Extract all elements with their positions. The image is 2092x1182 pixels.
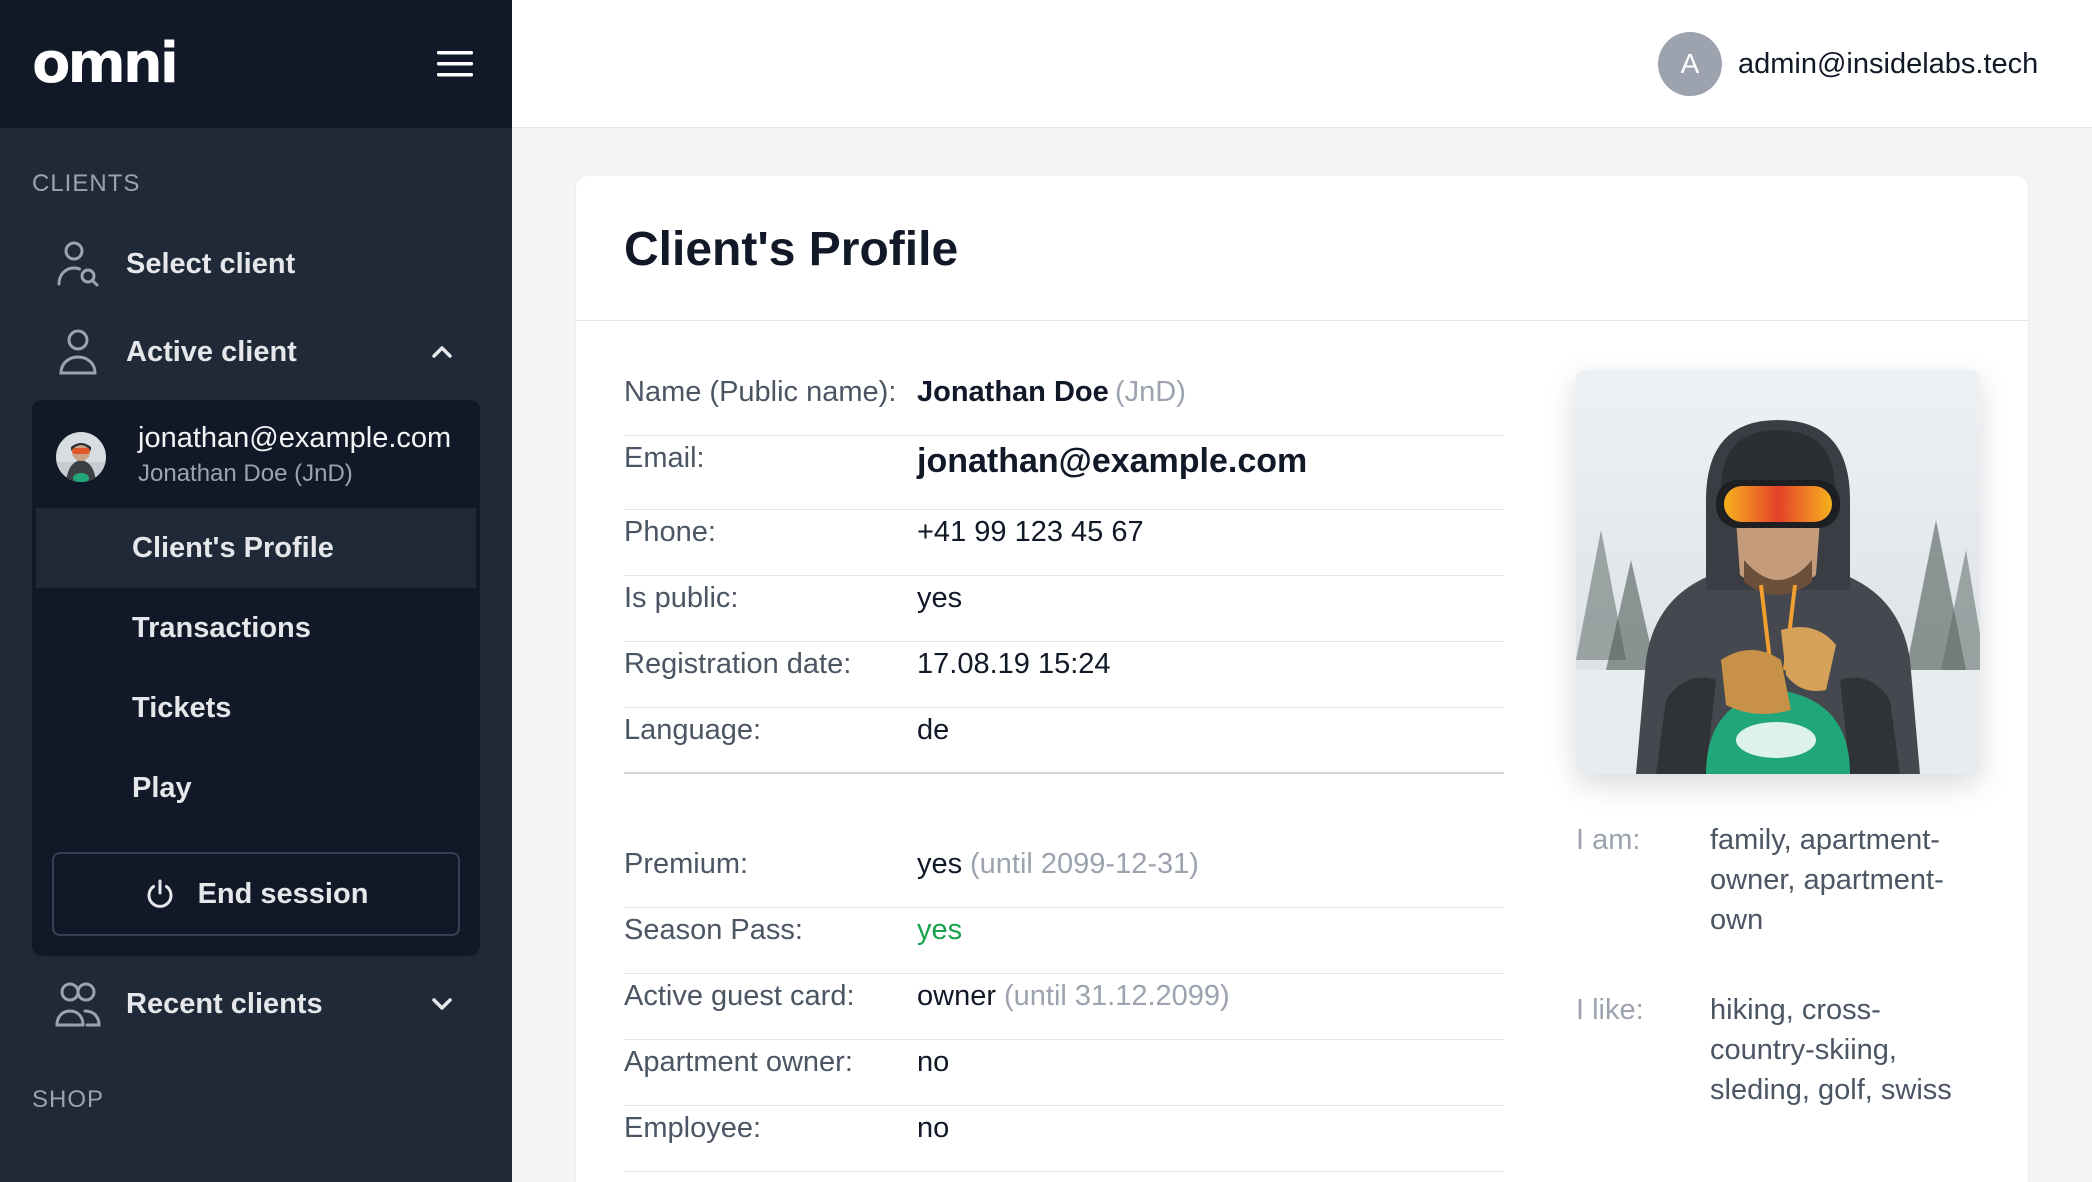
phone-label: Phone: [624, 516, 716, 548]
users-icon [54, 980, 102, 1028]
user-search-icon [54, 240, 102, 288]
chevron-down-icon [432, 998, 452, 1010]
shop-section-title: SHOP [32, 1086, 105, 1113]
select-client-label: Select client [126, 247, 296, 280]
premium-until: (until 2099-12-31) [970, 848, 1199, 880]
public-name-value: (JnD) [1115, 376, 1186, 408]
end-session-label: End session [197, 877, 369, 910]
registration-date-value: 17.08.19 15:24 [917, 648, 1111, 680]
email-label: Email: [624, 442, 705, 474]
client-avatar [56, 432, 106, 482]
active-client-email: jonathan@example.com [138, 422, 452, 454]
end-session-button[interactable]: End session [52, 852, 460, 936]
active-client-label: Active client [126, 335, 297, 368]
top-bar: A admin@insidelabs.tech [512, 0, 2092, 128]
menu-toggle-button[interactable] [435, 44, 475, 84]
clients-section-title: CLIENTS [32, 170, 141, 197]
sidebar: omni CLIENTS Select client Active client… [0, 0, 512, 1182]
active-client-card[interactable]: jonathan@example.com Jonathan Doe (JnD) [32, 400, 480, 508]
recent-clients-toggle[interactable]: Recent clients [32, 972, 480, 1036]
i-like-value: hiking, cross-country-skiing, sleding, g… [1710, 994, 1952, 1106]
profile-card: Client's Profile Name (Public name): Jon… [576, 176, 2028, 1182]
apartment-owner-value: no [917, 1046, 950, 1078]
language-value: de [917, 714, 950, 746]
guest-card-value: owner [917, 980, 996, 1012]
select-client-link[interactable]: Select client [32, 232, 480, 296]
i-am-value: family, apartment-owner, apartment-own [1710, 824, 1944, 936]
employee-label: Employee: [624, 1112, 762, 1144]
client-profile-link[interactable]: Client's Profile [36, 508, 476, 588]
chevron-up-icon [432, 346, 452, 358]
active-client-toggle[interactable]: Active client [32, 320, 480, 384]
language-label: Language: [624, 714, 762, 746]
transactions-link[interactable]: Transactions [36, 588, 476, 668]
apartment-owner-label: Apartment owner: [624, 1046, 853, 1078]
user-avatar[interactable]: A [1658, 32, 1722, 96]
i-am-label: I am: [1576, 824, 1641, 856]
app-logo[interactable]: omni [32, 36, 179, 92]
is-public-label: Is public: [624, 582, 739, 614]
user-icon [54, 328, 102, 376]
is-public-value: yes [917, 582, 963, 614]
sidebar-header: omni [0, 0, 512, 128]
play-link[interactable]: Play [36, 748, 476, 828]
card-divider [576, 320, 2028, 321]
season-pass-label: Season Pass: [624, 914, 803, 946]
active-client-name: Jonathan Doe (JnD) [138, 460, 353, 487]
tickets-link[interactable]: Tickets [36, 668, 476, 748]
recent-clients-label: Recent clients [126, 987, 323, 1020]
user-email[interactable]: admin@insidelabs.tech [1738, 48, 2038, 81]
guest-card-label: Active guest card: [624, 980, 855, 1012]
name-label: Name (Public name): [624, 376, 897, 408]
name-value: Jonathan Doe [917, 376, 1109, 408]
season-pass-value: yes [917, 914, 963, 946]
page-title: Client's Profile [624, 223, 959, 276]
email-value[interactable]: jonathan@example.com [917, 442, 1307, 481]
i-like-label: I like: [1576, 994, 1644, 1026]
guest-card-until: (until 31.12.2099) [1004, 980, 1230, 1012]
premium-value: yes [917, 848, 963, 880]
hamburger-icon [437, 51, 473, 77]
power-icon [147, 879, 173, 908]
detail-row-public [624, 576, 1504, 642]
employee-value: no [917, 1112, 950, 1144]
active-client-panel: jonathan@example.com Jonathan Doe (JnD) … [32, 400, 480, 956]
client-photo [1576, 370, 1980, 774]
registration-date-label: Registration date: [624, 648, 852, 680]
phone-value[interactable]: +41 99 123 45 67 [917, 516, 1144, 549]
premium-label: Premium: [624, 848, 749, 880]
